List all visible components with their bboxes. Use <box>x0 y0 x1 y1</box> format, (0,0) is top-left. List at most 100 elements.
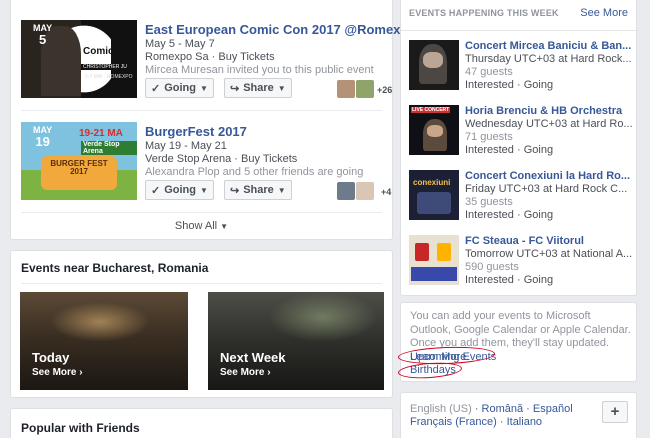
share-icon: ↪ <box>230 82 240 95</box>
week-event-thumbnail[interactable] <box>409 235 459 285</box>
week-event-title[interactable]: FC Steaua - FC Viitorul <box>465 235 584 247</box>
friend-count[interactable]: +26 <box>377 85 392 95</box>
event-venue[interactable]: Verde Stop Arena · Buy Tickets <box>145 153 297 165</box>
week-event-title[interactable]: Horia Brenciu & HB Orchestra <box>465 105 622 117</box>
interested-link[interactable]: Interested <box>465 274 514 286</box>
week-event-actions: Interested · Going <box>465 274 554 286</box>
today-tile[interactable]: Today See More › <box>20 292 188 390</box>
week-event-item: FC Steaua - FC Viitorul Tomorrow UTC+03 … <box>409 235 634 289</box>
show-all-label: Show All <box>174 220 218 232</box>
thumb-dates: 5-7 MAI · ROMEXPO <box>85 74 133 80</box>
event-invite-text: Mircea Muresan invited you to this publi… <box>145 64 374 76</box>
thumb-dates: 19-21 MA <box>79 128 123 139</box>
tile-title: Next Week <box>220 350 286 365</box>
current-language: English (US) <box>410 403 472 415</box>
event-item-comic-con: Comic Co CHRISTOPHER JU 5-7 MAI · ROMEXP… <box>21 20 411 100</box>
event-venue[interactable]: Romexpo Sa · Buy Tickets <box>145 51 275 63</box>
week-event-when: Tomorrow UTC+03 at National A... <box>465 248 633 260</box>
going-button[interactable]: ✓ Going ▼ <box>145 78 214 98</box>
date-badge: MAY 19 <box>33 126 52 149</box>
going-link[interactable]: Going <box>524 79 553 91</box>
divider <box>21 212 382 213</box>
going-link[interactable]: Going <box>524 274 553 286</box>
tile-see-more[interactable]: See More › <box>32 367 83 378</box>
week-event-actions: Interested · Going <box>465 79 554 91</box>
event-thumbnail[interactable]: BURGER FEST 2017 19-21 MA Verde Stop Are… <box>21 122 137 200</box>
language-link[interactable]: Română <box>482 403 524 415</box>
week-event-guests: 71 guests <box>465 131 513 143</box>
interested-link[interactable]: Interested <box>465 144 514 156</box>
share-label: Share <box>243 184 274 196</box>
going-link[interactable]: Going <box>524 144 553 156</box>
badge-day: 5 <box>38 32 47 47</box>
check-icon: ✓ <box>151 82 161 95</box>
friend-avatar[interactable] <box>356 182 374 200</box>
event-item-burgerfest: BURGER FEST 2017 19-21 MA Verde Stop Are… <box>21 122 391 202</box>
week-event-actions: Interested · Going <box>465 144 554 156</box>
week-event-guests: 35 guests <box>465 196 513 208</box>
chevron-right-icon: › <box>267 367 271 378</box>
tile-title: Today <box>32 350 70 365</box>
event-dates: May 5 - May 7 <box>145 38 215 50</box>
week-event-title[interactable]: Concert Mircea Baniciu & Ban... <box>465 40 631 52</box>
popular-title: Popular with Friends <box>21 421 140 435</box>
language-link[interactable]: Italiano <box>507 416 542 428</box>
friend-avatar[interactable] <box>337 182 355 200</box>
event-friends-text: Alexandra Plop and 5 other friends are g… <box>145 166 364 178</box>
share-button[interactable]: ↪ Share ▼ <box>224 180 292 200</box>
week-event-item: LIVE CONCERT Horia Brenciu & HB Orchestr… <box>409 105 634 159</box>
week-event-guests: 47 guests <box>465 66 513 78</box>
divider <box>401 30 636 31</box>
going-label: Going <box>164 184 196 196</box>
see-more-link[interactable]: See More <box>580 7 628 19</box>
week-event-when: Thursday UTC+03 at Hard Rock... <box>465 53 632 65</box>
event-thumbnail[interactable]: Comic Co CHRISTOPHER JU 5-7 MAI · ROMEXP… <box>21 20 137 98</box>
language-link[interactable]: Español <box>533 403 573 415</box>
thumb-subtext: CHRISTOPHER JU <box>81 64 129 70</box>
share-icon: ↪ <box>230 184 240 197</box>
show-all-link[interactable]: Show All ▼ <box>11 220 392 232</box>
caret-down-icon: ▼ <box>277 83 286 93</box>
events-near-card: Events near Bucharest, Romania Today See… <box>10 250 393 398</box>
events-this-week-card: EVENTS HAPPENING THIS WEEK See More Conc… <box>400 0 637 296</box>
caret-down-icon: ▼ <box>200 83 208 93</box>
share-button[interactable]: ↪ Share ▼ <box>224 78 292 98</box>
week-header: EVENTS HAPPENING THIS WEEK <box>409 8 559 18</box>
event-dates: May 19 - May 21 <box>145 140 227 152</box>
week-event-item: conexiuni Concert Conexiuni la Hard Ro..… <box>409 170 634 224</box>
plus-icon: + <box>610 403 620 420</box>
going-button[interactable]: ✓ Going ▼ <box>145 180 214 200</box>
event-title[interactable]: BurgerFest 2017 <box>145 124 247 139</box>
week-event-when: Friday UTC+03 at Hard Rock C... <box>465 183 628 195</box>
caret-down-icon: ▼ <box>277 185 286 195</box>
caret-down-icon: ▼ <box>220 222 229 231</box>
calendar-description: You can add your events to Microsoft Out… <box>410 310 631 349</box>
tile-see-more[interactable]: See More › <box>220 367 271 378</box>
friend-count[interactable]: +4 <box>381 187 391 197</box>
week-event-thumbnail[interactable]: LIVE CONCERT <box>409 105 459 155</box>
add-language-button[interactable]: + <box>602 401 628 423</box>
thumb-venue: Verde Stop Arena <box>81 141 137 155</box>
week-event-title[interactable]: Concert Conexiuni la Hard Ro... <box>465 170 630 182</box>
thumb-logo-text: BURGER FEST 2017 <box>50 159 108 176</box>
going-label: Going <box>164 82 196 94</box>
thumb-tag: LIVE CONCERT <box>411 107 451 113</box>
friend-avatar[interactable] <box>337 80 355 98</box>
language-link[interactable]: Français (France) <box>410 416 497 428</box>
week-event-guests: 590 guests <box>465 261 519 273</box>
interested-link[interactable]: Interested <box>465 209 514 221</box>
caret-down-icon: ▼ <box>200 185 208 195</box>
friend-avatar[interactable] <box>356 80 374 98</box>
language-list: English (US) · Română · Español Français… <box>410 403 573 428</box>
check-icon: ✓ <box>151 184 161 197</box>
interested-link[interactable]: Interested <box>465 79 514 91</box>
week-event-thumbnail[interactable]: conexiuni <box>409 170 459 220</box>
week-event-actions: Interested · Going <box>465 209 554 221</box>
see-more-label: See More <box>220 367 265 378</box>
next-week-tile[interactable]: Next Week See More › <box>208 292 384 390</box>
date-badge: MAY 5 <box>33 24 52 47</box>
week-event-thumbnail[interactable] <box>409 40 459 90</box>
event-title[interactable]: East European Comic Con 2017 @Romex... <box>145 22 411 37</box>
going-link[interactable]: Going <box>524 209 553 221</box>
divider <box>21 110 382 111</box>
